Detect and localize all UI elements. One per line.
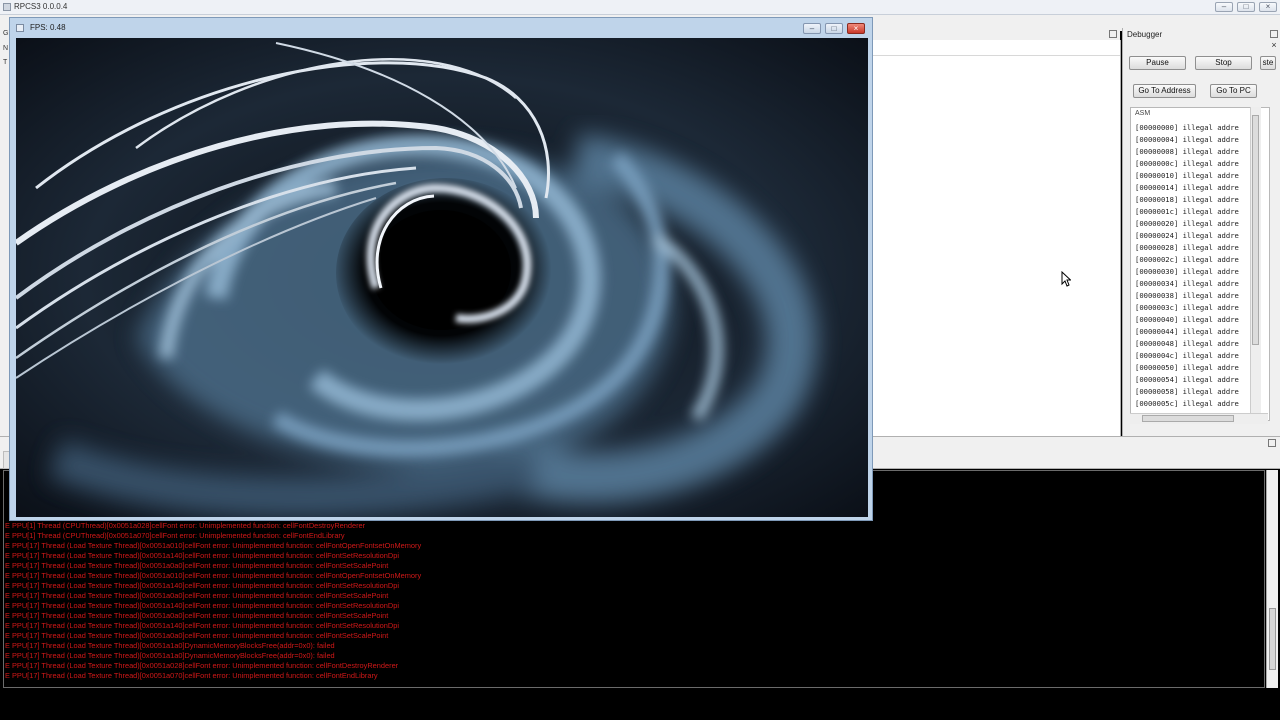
go-to-address-button[interactable]: Go To Address [1133, 84, 1196, 98]
asm-row[interactable]: [00000024] illegal addre [1135, 230, 1269, 242]
log-line: E PPU[17] Thread (Load Texture Thread)[0… [5, 671, 378, 680]
log-line: E PPU[17] Thread (Load Texture Thread)[0… [5, 611, 389, 620]
dock-float-icon[interactable] [1109, 30, 1117, 38]
debugger-panel: Debugger × Pause Stop ste Go To Address … [1122, 28, 1280, 436]
asm-row[interactable]: [00000014] illegal addre [1135, 182, 1269, 194]
asm-row[interactable]: [0000002c] illegal addre [1135, 254, 1269, 266]
asm-row[interactable]: [00000028] illegal addre [1135, 242, 1269, 254]
asm-row[interactable]: [00000050] illegal addre [1135, 362, 1269, 374]
log-line: E PPU[17] Thread (Load Texture Thread)[0… [5, 571, 422, 580]
asm-horizontal-scrollbar[interactable] [1130, 413, 1268, 424]
app-icon [3, 3, 11, 11]
strip-mark: N [3, 45, 9, 52]
asm-row[interactable]: [00000048] illegal addre [1135, 338, 1269, 350]
asm-row[interactable]: [00000054] illegal addre [1135, 374, 1269, 386]
asm-list[interactable]: ASM [00000000] illegal addre [00000004] i… [1130, 107, 1270, 421]
asm-row[interactable]: [0000005c] illegal addre [1135, 398, 1269, 410]
asm-row[interactable]: [0000000c] illegal addre [1135, 158, 1269, 170]
dock-float-icon[interactable] [1270, 30, 1278, 38]
asm-row[interactable]: [00000018] illegal addre [1135, 194, 1269, 206]
log-line: E PPU[17] Thread (Load Texture Thread)[0… [5, 661, 399, 670]
game-maximize-button[interactable]: □ [825, 23, 843, 34]
asm-row[interactable]: [00000008] illegal addre [1135, 146, 1269, 158]
log-scrollbar[interactable] [1266, 470, 1278, 688]
asm-row[interactable]: [00000038] illegal addre [1135, 290, 1269, 302]
log-line: E PPU[17] Thread (Load Texture Thread)[0… [5, 541, 422, 550]
log-line: E PPU[17] Thread (Load Texture Thread)[0… [5, 601, 399, 610]
game-window-icon [16, 24, 24, 32]
log-line: E PPU[17] Thread (Load Texture Thread)[0… [5, 651, 335, 660]
asm-row[interactable]: [00000020] illegal addre [1135, 218, 1269, 230]
game-window: FPS: 0.48 – □ × [9, 17, 873, 521]
asm-row[interactable]: [00000040] illegal addre [1135, 314, 1269, 326]
asm-row[interactable]: [0000004c] illegal addre [1135, 350, 1269, 362]
app-title: RPCS3 0.0.0.4 [14, 2, 68, 11]
log-line: E PPU[17] Thread (Load Texture Thread)[0… [5, 631, 389, 640]
scrollbar-thumb[interactable] [1252, 115, 1259, 345]
log-line: E PPU[17] Thread (Load Texture Thread)[0… [5, 641, 335, 650]
asm-row[interactable]: [00000044] illegal addre [1135, 326, 1269, 338]
debugger-title: Debugger [1127, 30, 1163, 39]
log-line: E PPU[1] Thread (CPUThread)[0x0051a028]c… [5, 521, 366, 530]
log-line: E PPU[1] Thread (CPUThread)[0x0051a070]c… [5, 531, 345, 540]
log-line: E PPU[17] Thread (Load Texture Thread)[0… [5, 591, 389, 600]
strip-mark: T [3, 59, 8, 66]
game-render-view[interactable] [16, 38, 868, 517]
smoke-vortex-image [16, 38, 868, 517]
asm-row[interactable]: [00000034] illegal addre [1135, 278, 1269, 290]
go-to-pc-button[interactable]: Go To PC [1210, 84, 1257, 98]
asm-row[interactable]: [00000010] illegal addre [1135, 170, 1269, 182]
asm-row[interactable]: [0000001c] illegal addre [1135, 206, 1269, 218]
asm-rows: [00000000] illegal addre [00000004] illeg… [1135, 122, 1269, 410]
asm-row[interactable]: [00000030] illegal addre [1135, 266, 1269, 278]
scrollbar-thumb[interactable] [1142, 415, 1234, 422]
asm-row[interactable]: [00000058] illegal addre [1135, 386, 1269, 398]
bottom-area [0, 690, 1280, 720]
asm-vertical-scrollbar[interactable] [1250, 107, 1261, 419]
game-minimize-button[interactable]: – [803, 23, 821, 34]
log-line: E PPU[17] Thread (Load Texture Thread)[0… [5, 561, 389, 570]
stop-button[interactable]: Stop [1195, 56, 1252, 70]
game-window-title: FPS: 0.48 [30, 23, 66, 32]
close-button[interactable]: × [1259, 2, 1277, 12]
pause-button[interactable]: Pause [1129, 56, 1186, 70]
mouse-cursor-icon [1061, 271, 1071, 287]
log-line: E PPU[17] Thread (Load Texture Thread)[0… [5, 621, 399, 630]
asm-row[interactable]: [00000004] illegal addre [1135, 134, 1269, 146]
game-close-button[interactable]: × [847, 23, 865, 34]
dock-float-icon[interactable] [1268, 439, 1276, 447]
log-line: E PPU[17] Thread (Load Texture Thread)[0… [5, 581, 399, 590]
main-titlebar: RPCS3 0.0.0.4 – □ × [0, 0, 1280, 15]
step-button[interactable]: ste [1260, 56, 1276, 70]
asm-row[interactable]: [0000003c] illegal addre [1135, 302, 1269, 314]
maximize-button[interactable]: □ [1237, 2, 1255, 12]
log-lines: E PPU[1] Thread (CPUThread)[0x0051a028]c… [5, 521, 421, 681]
asm-label: ASM [1135, 110, 1151, 117]
asm-row[interactable]: [00000000] illegal addre [1135, 122, 1269, 134]
close-icon[interactable]: × [1270, 41, 1278, 50]
log-line: E PPU[17] Thread (Load Texture Thread)[0… [5, 551, 399, 560]
divider [872, 55, 1120, 56]
scrollbar-thumb[interactable] [1269, 608, 1276, 670]
minimize-button[interactable]: – [1215, 2, 1233, 12]
center-panel [872, 40, 1121, 436]
